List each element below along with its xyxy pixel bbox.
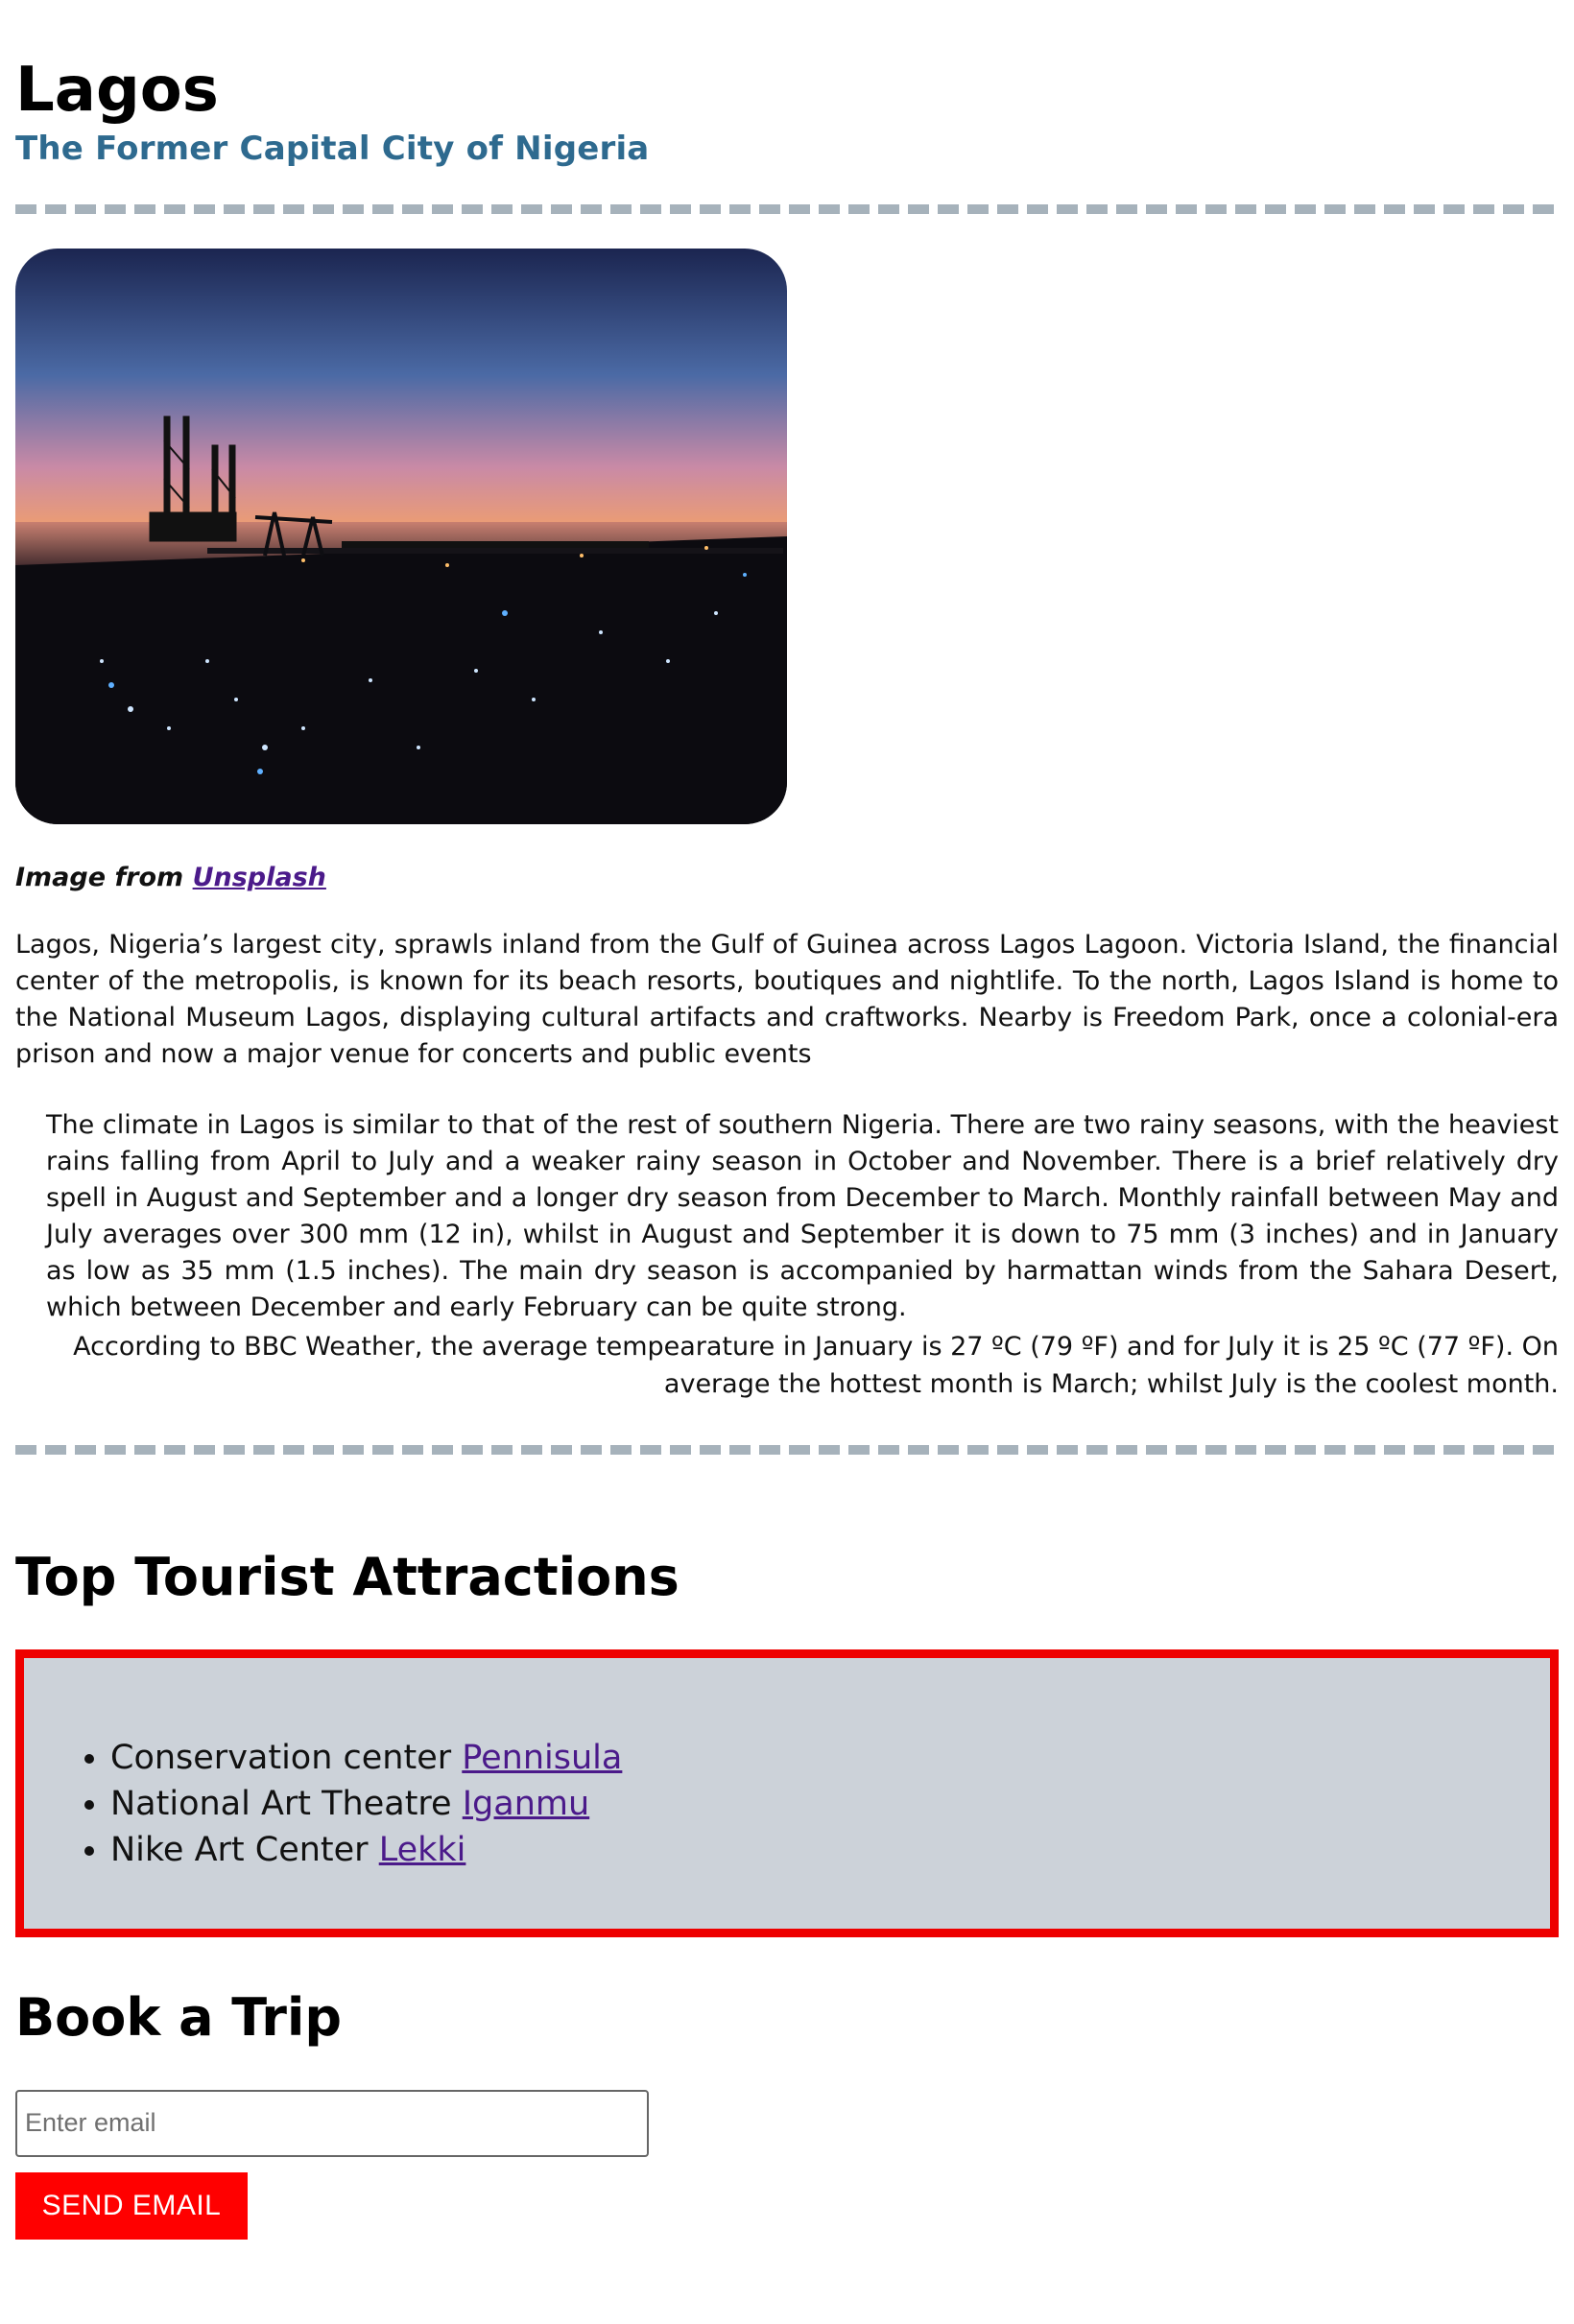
image-caption: Image from Unsplash	[15, 863, 1559, 892]
unsplash-link[interactable]: Unsplash	[193, 863, 326, 892]
page-subtitle: The Former Capital City of Nigeria	[15, 129, 650, 168]
list-item: Nike Art Center Lekki	[110, 1827, 1550, 1873]
attraction-label: Conservation center	[110, 1738, 452, 1777]
send-email-button[interactable]: SEND EMAIL	[15, 2171, 248, 2240]
climate-paragraph: The climate in Lagos is similar to that …	[46, 1109, 1559, 1322]
attraction-link[interactable]: Lekki	[379, 1831, 466, 1869]
intro-paragraph: Lagos, Nigeria’s largest city, sprawls i…	[15, 929, 1559, 1069]
attraction-link[interactable]: Pennisula	[462, 1739, 622, 1777]
temperature-paragraph: According to BBC Weather, the average te…	[73, 1331, 1559, 1399]
attractions-list: Conservation center Pennisula National A…	[24, 1735, 1550, 1873]
attraction-link[interactable]: Iganmu	[463, 1785, 589, 1823]
book-trip-heading: Book a Trip	[15, 1986, 343, 2048]
hero-image	[15, 248, 787, 824]
dashed-divider	[15, 1444, 1559, 1455]
list-item: National Art Theatre Iganmu	[110, 1781, 1550, 1827]
email-field[interactable]	[15, 2089, 649, 2157]
attractions-heading: Top Tourist Attractions	[15, 1546, 680, 1607]
attraction-label: National Art Theatre	[110, 1784, 452, 1823]
page-title: Lagos	[15, 55, 219, 126]
attractions-box: Conservation center Pennisula National A…	[15, 1648, 1559, 1937]
list-item: Conservation center Pennisula	[110, 1735, 1550, 1781]
attraction-label: Nike Art Center	[110, 1830, 369, 1869]
caption-prefix: Image from	[15, 862, 184, 892]
page: Lagos The Former Capital City of Nigeria	[0, 0, 1574, 2240]
dashed-divider	[15, 203, 1559, 214]
